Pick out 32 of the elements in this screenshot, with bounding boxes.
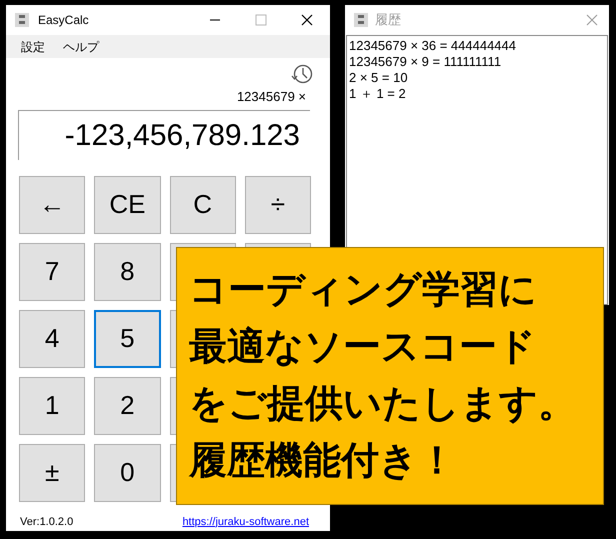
history-icon[interactable]	[291, 63, 313, 85]
banner-text: 履歴機能付き！	[189, 439, 457, 484]
keypad-button[interactable]: 5	[94, 310, 160, 368]
keypad-button[interactable]: 0	[94, 444, 160, 502]
keypad-button[interactable]: ÷	[244, 176, 311, 234]
history-entry: 12345679 × 9 = 111111111	[349, 54, 502, 70]
banner-text: コーディング学習に	[189, 268, 538, 313]
version-text: Ver:1.0.2.0	[20, 514, 74, 530]
window-title: EasyCalc	[38, 12, 89, 29]
keypad-button[interactable]: ←	[19, 176, 86, 234]
keypad-button[interactable]: 8	[94, 242, 160, 300]
banner-text: をご提供いたします。	[189, 382, 577, 427]
history-entry: 12345679 × 36 = 444444444	[349, 38, 518, 54]
keypad-button[interactable]: 2	[94, 376, 160, 434]
window-title: 履歴	[375, 11, 401, 30]
keypad-button[interactable]: C	[170, 176, 236, 234]
keypad-button[interactable]: CE	[94, 176, 160, 234]
website-link[interactable]: https://juraku-software.net	[182, 514, 309, 530]
expression-text: 12345679 ×	[236, 88, 306, 106]
history-entry: 1 ＋ 1 = 2	[349, 86, 407, 102]
keypad-button[interactable]: 7	[19, 242, 86, 300]
close-icon[interactable]	[301, 14, 313, 26]
keypad-button[interactable]: ±	[19, 444, 86, 502]
keypad-button[interactable]: 4	[19, 310, 86, 368]
app-icon	[354, 13, 368, 27]
history-entry: 2 × 5 = 10	[349, 70, 409, 86]
app-icon	[15, 13, 29, 27]
display-field: -123,456,789.123	[18, 110, 310, 160]
menu-item[interactable]: ヘルプ	[63, 38, 99, 56]
menu-item[interactable]: 設定	[21, 38, 45, 56]
keypad-button[interactable]: 1	[19, 376, 86, 434]
banner-text: 最適なソースコード	[189, 325, 537, 370]
